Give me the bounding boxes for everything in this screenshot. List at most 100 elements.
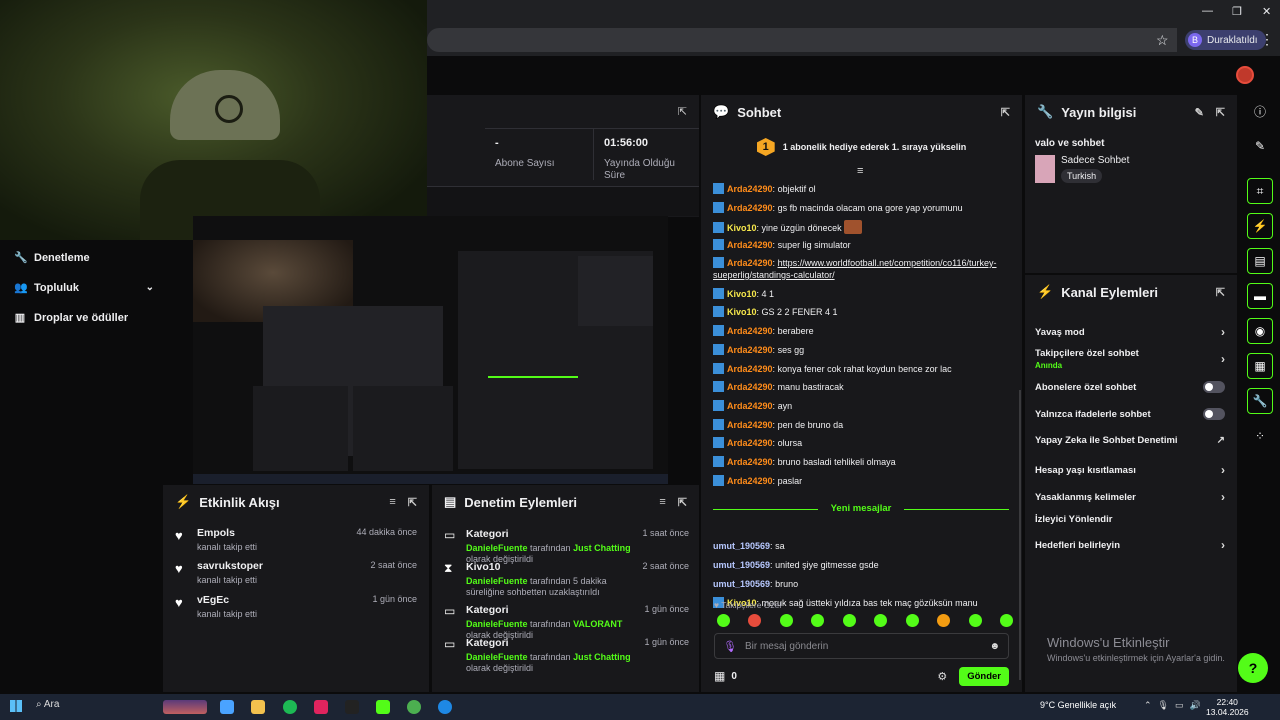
- taskbar-clock[interactable]: 22:40 13.04.2026: [1206, 697, 1249, 717]
- chat-message[interactable]: umut_190569: united şiye gitmesse gsde: [713, 559, 1009, 571]
- emotes-only-toggle[interactable]: [1203, 408, 1225, 420]
- chat-message[interactable]: Arda24290: berabere: [713, 325, 1009, 337]
- taskbar-search[interactable]: ⌕ Ara: [36, 699, 59, 710]
- chat-message[interactable]: umut_190569: sa: [713, 540, 1009, 552]
- weather-widget[interactable]: 9°C Genellikle açık: [1040, 700, 1116, 710]
- chat-message[interactable]: Arda24290: paslar: [713, 475, 1009, 487]
- chat-username[interactable]: Arda24290: [727, 420, 773, 430]
- filter-icon[interactable]: ≡: [389, 496, 395, 509]
- emote-icon[interactable]: [874, 614, 888, 627]
- edit-icon[interactable]: ✎: [1195, 106, 1204, 119]
- chat-username[interactable]: Kivo10: [727, 223, 757, 233]
- chat-username[interactable]: Arda24290: [727, 364, 773, 374]
- microphone-icon[interactable]: 🎙: [723, 640, 737, 653]
- chat-message[interactable]: Arda24290: konya fener cok rahat koydun …: [713, 363, 1009, 375]
- chat-message[interactable]: Kivo10: GS 2 2 FENER 4 1: [713, 306, 1009, 318]
- gift-leaderboard-banner[interactable]: 1 1 abonelik hediye ederek 1. sıraya yük…: [701, 129, 1022, 165]
- close-window-button[interactable]: ✕: [1262, 5, 1271, 18]
- edge-icon[interactable]: [438, 700, 452, 714]
- help-chat-button[interactable]: ?: [1238, 653, 1268, 683]
- chat-username[interactable]: Arda24290: [727, 382, 773, 392]
- sidebar-item-rewards[interactable]: ▥ Droplar ve ödüller: [14, 311, 154, 325]
- emote-icon[interactable]: [905, 614, 919, 627]
- chat-message[interactable]: Arda24290: olursa: [713, 437, 1009, 449]
- chrome-icon[interactable]: [407, 700, 421, 714]
- kick-app-icon[interactable]: [376, 700, 390, 714]
- clip-icon[interactable]: ⌗: [1247, 178, 1273, 204]
- chat-scrollbar[interactable]: [1019, 390, 1021, 680]
- chat-message[interactable]: Arda24290: https://www.worldfootball.net…: [713, 257, 1009, 281]
- chat-message[interactable]: Arda24290: super lig simulator: [713, 239, 1009, 251]
- chat-username[interactable]: Arda24290: [727, 345, 773, 355]
- chat-message[interactable]: Arda24290: objektif ol: [713, 183, 1009, 195]
- popout-icon[interactable]: ⇱: [408, 496, 417, 509]
- document-icon[interactable]: ▤: [1247, 248, 1273, 274]
- moderation-log-icon[interactable]: ▦: [1247, 353, 1273, 379]
- stream-preview[interactable]: [193, 216, 668, 484]
- x-app-icon[interactable]: [345, 700, 359, 714]
- chat-username[interactable]: Kivo10: [727, 289, 757, 299]
- wrench-icon[interactable]: 🔧: [1247, 388, 1273, 414]
- chat-message[interactable]: Arda24290: ses gg: [713, 344, 1009, 356]
- follower-name[interactable]: savrukstoper: [197, 560, 362, 572]
- send-button[interactable]: Gönder: [959, 666, 1009, 686]
- popout-icon[interactable]: ⇱: [678, 496, 687, 509]
- emote-icon[interactable]: [999, 614, 1013, 627]
- address-bar[interactable]: [427, 28, 1177, 52]
- raid-item[interactable]: İzleyici Yönlendir: [1035, 514, 1225, 525]
- emoji-icon[interactable]: ☻: [989, 641, 1000, 652]
- chat-message[interactable]: Arda24290: manu bastiracak: [713, 381, 1009, 393]
- avatar[interactable]: [1236, 66, 1254, 84]
- chat-username[interactable]: umut_190569: [713, 560, 770, 570]
- chat-username[interactable]: Kivo10: [727, 307, 757, 317]
- followers-only-item[interactable]: Takipçilere özel sohbet Anında ›: [1035, 348, 1225, 370]
- chat-username[interactable]: Arda24290: [727, 457, 773, 467]
- app-icon[interactable]: [314, 700, 328, 714]
- chat-message[interactable]: Arda24290: bruno basladi tehlikeli olmay…: [713, 456, 1009, 468]
- ai-moderation-item[interactable]: Yapay Zeka ile Sohbet Denetimi ↗: [1035, 435, 1225, 446]
- chat-username[interactable]: Arda24290: [727, 326, 773, 336]
- spotify-icon[interactable]: [283, 700, 297, 714]
- chat-username[interactable]: Arda24290: [727, 401, 773, 411]
- chat-username[interactable]: umut_190569: [713, 541, 770, 551]
- emote-icon[interactable]: [748, 614, 762, 627]
- bookmark-star-icon[interactable]: ☆: [1156, 32, 1169, 49]
- popout-icon[interactable]: ⇱: [1216, 286, 1225, 299]
- emote-icon[interactable]: [779, 614, 793, 627]
- emote-icon[interactable]: [717, 614, 730, 627]
- emote-icon[interactable]: [968, 614, 982, 627]
- info-icon[interactable]: ⓘ: [1247, 98, 1273, 124]
- chat-bubble-icon[interactable]: ▬: [1247, 283, 1273, 309]
- chat-message[interactable]: umut_190569: bruno: [713, 578, 1009, 590]
- chat-username[interactable]: Arda24290: [727, 258, 773, 268]
- emote-icon[interactable]: [937, 614, 951, 627]
- gear-icon[interactable]: ⚙: [937, 670, 947, 683]
- slow-mode-item[interactable]: Yavaş mod ›: [1035, 325, 1225, 339]
- sidebar-item-community[interactable]: 👥 Topluluk ⌄: [14, 281, 154, 295]
- widget-icon[interactable]: [163, 700, 207, 714]
- chat-message[interactable]: Arda24290: ayn: [713, 400, 1009, 412]
- chat-username[interactable]: Arda24290: [727, 240, 773, 250]
- chat-username[interactable]: Arda24290: [727, 438, 773, 448]
- profile-button[interactable]: B Duraklatıldı: [1185, 30, 1266, 50]
- emote-icon[interactable]: [842, 614, 856, 627]
- chat-username[interactable]: Arda24290: [727, 203, 773, 213]
- popout-icon[interactable]: ⇱: [678, 105, 687, 118]
- broadcast-icon[interactable]: ◉: [1247, 318, 1273, 344]
- windows-start-icon[interactable]: [10, 700, 22, 712]
- chat-message[interactable]: Arda24290: gs fb macinda olacam ona gore…: [713, 202, 1009, 214]
- chat-username[interactable]: umut_190569: [713, 579, 770, 589]
- chat-messages[interactable]: Arda24290: objektif ol Arda24290: gs fb m…: [713, 173, 1013, 613]
- chat-message[interactable]: Arda24290: pen de bruno da: [713, 419, 1009, 431]
- popout-icon[interactable]: ⇱: [1216, 106, 1225, 119]
- copilot-icon[interactable]: [220, 700, 234, 714]
- chat-message[interactable]: Kivo10: yine üzgün dönecek: [713, 220, 1009, 234]
- subscribers-only-toggle[interactable]: [1203, 381, 1225, 393]
- chat-username[interactable]: Arda24290: [727, 184, 773, 194]
- browser-menu-icon[interactable]: ⋮: [1260, 31, 1274, 48]
- goals-item[interactable]: Hedefleri belirleyin ›: [1035, 538, 1225, 552]
- chat-username[interactable]: Arda24290: [727, 476, 773, 486]
- chat-input[interactable]: 🎙 Bir mesaj gönderin ☻: [714, 633, 1009, 659]
- follower-name[interactable]: vEgEc: [197, 594, 364, 606]
- file-explorer-icon[interactable]: [251, 700, 265, 714]
